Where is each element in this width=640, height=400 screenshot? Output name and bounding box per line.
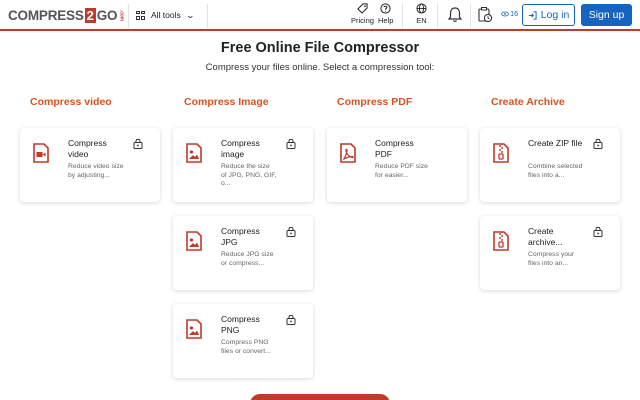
login-label: Log in	[540, 9, 570, 21]
help-link[interactable]: Help	[378, 3, 393, 25]
tool-card-compress-jpg[interactable]: Compress JPG Reduce JPG size or compress…	[173, 216, 313, 290]
pricing-link[interactable]: Pricing	[351, 3, 374, 25]
tool-card-compress-image[interactable]: Compress image Reduce the size of JPG, P…	[173, 128, 313, 202]
column-title-archive: Create Archive	[491, 96, 565, 108]
page-title: Free Online File Compressor	[220, 40, 420, 56]
lock-icon	[286, 226, 296, 237]
help-icon	[380, 3, 391, 14]
image-file-icon	[186, 231, 202, 251]
site-logo[interactable]: COMPRESS 2 GO .com	[8, 7, 124, 23]
tool-card-create-archive[interactable]: Create archive... Compress your files in…	[480, 216, 620, 290]
card-title: Create archive...	[528, 226, 563, 247]
page-subtitle: Compress your files online. Select a com…	[205, 62, 435, 73]
lock-icon	[593, 226, 603, 237]
card-title: Compress PDF	[375, 138, 414, 159]
lock-icon	[286, 314, 296, 325]
logo-text-com: .com	[118, 9, 125, 21]
pricing-label: Pricing	[351, 16, 374, 25]
signup-button[interactable]: Sign up	[581, 4, 632, 26]
logo-text-2: 2	[84, 7, 96, 23]
card-title: Compress image	[221, 138, 260, 159]
bell-icon	[447, 7, 463, 22]
clipboard-clock-icon	[478, 7, 493, 23]
signup-label: Sign up	[588, 9, 625, 21]
video-file-icon	[33, 143, 49, 163]
card-title: Compress video	[68, 138, 107, 159]
grid-icon	[136, 10, 145, 20]
tag-icon	[357, 3, 368, 14]
history-count-badge[interactable]: 16	[501, 9, 518, 18]
tool-card-compress-pdf[interactable]: Compress PDF Reduce PDF size for easier.…	[327, 128, 467, 202]
zip-file-icon	[493, 143, 509, 163]
header-divider	[128, 4, 129, 28]
header-divider	[470, 4, 471, 28]
login-button[interactable]: Log in	[522, 4, 575, 26]
card-title: Create ZIP file	[528, 138, 583, 148]
tool-card-compress-video[interactable]: Compress video Reduce video size by adju…	[20, 128, 160, 202]
history-button[interactable]	[477, 6, 493, 28]
lock-icon	[593, 138, 603, 149]
card-title: Compress PNG	[221, 314, 260, 335]
all-tools-label: All tools	[151, 10, 181, 20]
eye-icon	[501, 11, 509, 16]
card-title: Compress JPG	[221, 226, 260, 247]
lock-icon	[133, 138, 143, 149]
bottom-action-button[interactable]	[250, 394, 390, 400]
card-description: Reduce the size of JPG, PNG, GIF, o...	[221, 163, 277, 188]
header-divider	[437, 4, 438, 28]
logo-text-compress: COMPRESS	[8, 7, 84, 23]
tool-card-create-zip[interactable]: Create ZIP file Combine selected files i…	[480, 128, 620, 202]
column-title-video: Compress video	[30, 96, 112, 108]
language-selector[interactable]: EN	[416, 3, 427, 25]
card-description: Reduce JPG size or compress...	[221, 251, 274, 267]
help-label: Help	[378, 16, 394, 25]
header-divider	[402, 4, 403, 28]
logo-text-go: GO	[96, 7, 118, 23]
login-icon	[528, 10, 537, 20]
lock-icon	[286, 138, 296, 149]
card-description: Combine selected files into a...	[528, 163, 583, 179]
chevron-down-icon: ⌄	[185, 10, 195, 20]
image-file-icon	[186, 143, 202, 163]
column-title-image: Compress Image	[184, 96, 269, 108]
history-count: 16	[510, 9, 519, 18]
top-header: COMPRESS 2 GO .com All tools ⌄ Pricing H…	[0, 0, 640, 31]
card-description: Reduce PDF size for easier...	[375, 163, 428, 179]
tool-card-compress-png[interactable]: Compress PNG Compress PNG files or conve…	[173, 304, 313, 378]
pdf-file-icon	[340, 143, 356, 163]
zip-file-icon	[493, 231, 509, 251]
all-tools-dropdown[interactable]: All tools ⌄	[136, 6, 195, 24]
column-title-pdf: Compress PDF	[337, 96, 413, 108]
notifications-button[interactable]	[447, 6, 463, 28]
language-label: EN	[416, 16, 427, 25]
card-description: Reduce video size by adjusting...	[68, 163, 124, 179]
globe-icon	[416, 3, 427, 14]
card-description: Compress PNG files or convert...	[221, 339, 271, 355]
card-description: Compress your files into an...	[528, 251, 575, 267]
header-divider	[207, 4, 208, 28]
image-file-icon	[186, 319, 202, 339]
